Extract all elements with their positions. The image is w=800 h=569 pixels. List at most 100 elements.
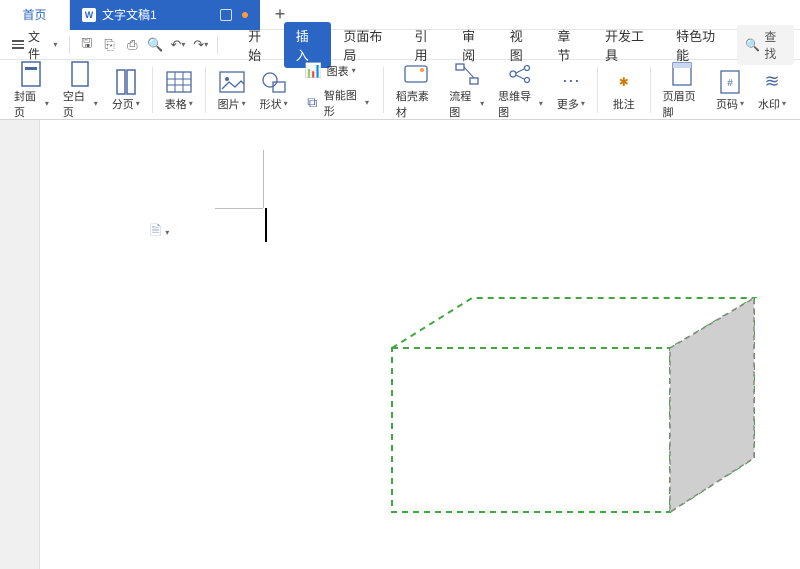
- ribbon-flowchart-button[interactable]: 流程图▾: [443, 58, 490, 122]
- ribbon-table-label: 表格: [165, 96, 187, 112]
- ribbon-headerfooter-label: 页眉页脚: [663, 88, 702, 120]
- chevron-down-icon: ▾: [94, 99, 98, 108]
- unsaved-dot-icon: [242, 12, 248, 18]
- chevron-down-icon: ▾: [352, 66, 356, 75]
- chart-icon: 📊: [304, 61, 324, 81]
- preview-icon: 🔍: [147, 37, 163, 53]
- chevron-down-icon: ▾: [539, 99, 543, 108]
- shape-cuboid-dashed[interactable]: [384, 290, 764, 520]
- ribbon-material-label: 稻壳素材: [396, 88, 435, 120]
- separator: [152, 67, 153, 113]
- redo-icon: ↷: [193, 37, 204, 53]
- svg-text:#: #: [727, 78, 733, 89]
- headerfooter-icon: [668, 60, 696, 88]
- ribbon-cover-label: 封面页: [14, 88, 43, 120]
- text-cursor: [265, 208, 267, 242]
- ribbon-mindmap-button[interactable]: 思维导图▾: [492, 58, 549, 122]
- chevron-down-icon: ▾: [740, 99, 744, 108]
- workspace: 🗎 ▾: [0, 120, 800, 569]
- separator: [597, 67, 598, 113]
- ribbon-chart-label: 图表: [327, 63, 349, 79]
- chevron-down-icon: ▾: [189, 99, 193, 108]
- watermark-icon: ≋: [758, 68, 786, 96]
- search-button[interactable]: 🔍 查找: [737, 25, 794, 65]
- ribbon-annotate-label: 批注: [613, 96, 635, 112]
- separator: [69, 36, 70, 54]
- page-icon: 🗎: [150, 220, 161, 244]
- chevron-down-icon: ▾: [480, 99, 484, 108]
- chevron-down-icon: ▾: [204, 40, 208, 49]
- ribbon-flowchart-label: 流程图: [449, 88, 478, 120]
- separator: [650, 67, 651, 113]
- separator: [217, 36, 218, 54]
- table-icon: [165, 68, 193, 96]
- ribbon-pagenum-button[interactable]: # 页码▾: [710, 66, 750, 114]
- ribbon-smartart-label: 智能图形: [324, 87, 362, 119]
- annotate-icon: ✱: [610, 68, 638, 96]
- qat-redo-button[interactable]: ↷▾: [190, 34, 211, 56]
- qat-preview-button[interactable]: 🔍: [145, 34, 166, 56]
- ribbon-picture-label: 图片: [218, 96, 240, 112]
- ribbon-pagebreak-button[interactable]: 分页▾: [106, 66, 146, 114]
- floating-insert-indicator[interactable]: 🗎 ▾: [150, 220, 169, 244]
- pagebreak-icon: [112, 68, 140, 96]
- ribbon-headerfooter-button[interactable]: 页眉页脚: [657, 58, 708, 122]
- undo-icon: ↶: [170, 37, 181, 53]
- ribbon-mindmap-label: 思维导图: [498, 88, 537, 120]
- ribbon-shape-label: 形状: [260, 96, 282, 112]
- ribbon-blankpage-label: 空白页: [63, 88, 92, 120]
- more-icon: ⋯: [557, 68, 585, 96]
- hamburger-icon: [12, 40, 24, 49]
- tab-document-title: 文字文稿1: [102, 6, 157, 23]
- shape-icon: [260, 68, 288, 96]
- qat-save-button[interactable]: 🖫: [76, 34, 97, 56]
- ribbon-more-button[interactable]: ⋯ 更多▾: [551, 66, 591, 114]
- qat-undo-button[interactable]: ↶▾: [168, 34, 189, 56]
- monitor-icon: [220, 9, 232, 21]
- chevron-down-icon: ▾: [165, 228, 169, 237]
- ribbon-table-button[interactable]: 表格▾: [159, 66, 199, 114]
- ribbon-material-button[interactable]: 稻壳素材: [390, 58, 441, 122]
- ribbon-smartart-button[interactable]: ⧉ 智能图形 ▾: [300, 85, 373, 121]
- ribbon-watermark-label: 水印: [758, 96, 780, 112]
- chevron-down-icon: ▾: [782, 99, 786, 108]
- menu-quickaccess-bar: 文件 ▾ 🖫 ⎘ ⎙ 🔍 ↶▾ ↷▾ 开始 插入 页面布局 引用 审阅 视图 章…: [0, 30, 800, 60]
- ribbon-cover-button[interactable]: 封面页▾: [8, 58, 55, 122]
- output-icon: ⎘: [104, 37, 114, 53]
- ribbon-pagenum-label: 页码: [716, 96, 738, 112]
- qat-print-button[interactable]: ⎙: [122, 34, 143, 56]
- mindmap-icon: [506, 60, 534, 88]
- cover-page-icon: [17, 60, 45, 88]
- save-icon: 🖫: [81, 34, 92, 56]
- ribbon-tab-devtools[interactable]: 开发工具: [593, 22, 664, 68]
- blank-page-icon: [66, 60, 94, 88]
- search-label: 查找: [764, 28, 786, 62]
- tab-home-label: 首页: [22, 6, 46, 23]
- ribbon-more-label: 更多: [557, 96, 579, 112]
- ribbon-chart-button[interactable]: 📊 图表 ▾: [300, 59, 373, 83]
- picture-icon: [218, 68, 246, 96]
- file-menu-label: 文件: [28, 28, 49, 62]
- ribbon-annotate-button[interactable]: ✱ 批注: [604, 66, 644, 114]
- qat-output-button[interactable]: ⎘: [99, 34, 120, 56]
- separator: [383, 67, 384, 113]
- print-icon: ⎙: [127, 37, 137, 53]
- chevron-down-icon: ▾: [242, 99, 246, 108]
- chevron-down-icon: ▾: [365, 98, 369, 107]
- ribbon-watermark-button[interactable]: ≋ 水印▾: [752, 66, 792, 114]
- chevron-down-icon: ▾: [53, 40, 57, 49]
- ribbon-tab-section[interactable]: 章节: [545, 22, 593, 68]
- chevron-down-icon: ▾: [581, 99, 585, 108]
- document-page[interactable]: 🗎 ▾: [40, 120, 800, 569]
- ribbon-insert: 封面页▾ 空白页▾ 分页▾ 表格▾ 图片▾ 形状▾ 📊 图表 ▾ ⧉ 智能图形 …: [0, 60, 800, 120]
- ribbon-shape-button[interactable]: 形状▾: [254, 66, 294, 114]
- separator: [205, 67, 206, 113]
- ribbon-picture-button[interactable]: 图片▾: [212, 66, 252, 114]
- search-icon: 🔍: [745, 38, 760, 52]
- smartart-icon: ⧉: [304, 93, 321, 113]
- ribbon-blankpage-button[interactable]: 空白页▾: [57, 58, 104, 122]
- chevron-down-icon: ▾: [136, 99, 140, 108]
- tab-document[interactable]: W 文字文稿1: [70, 0, 260, 30]
- chevron-down-icon: ▾: [45, 99, 49, 108]
- chevron-down-icon: ▾: [284, 99, 288, 108]
